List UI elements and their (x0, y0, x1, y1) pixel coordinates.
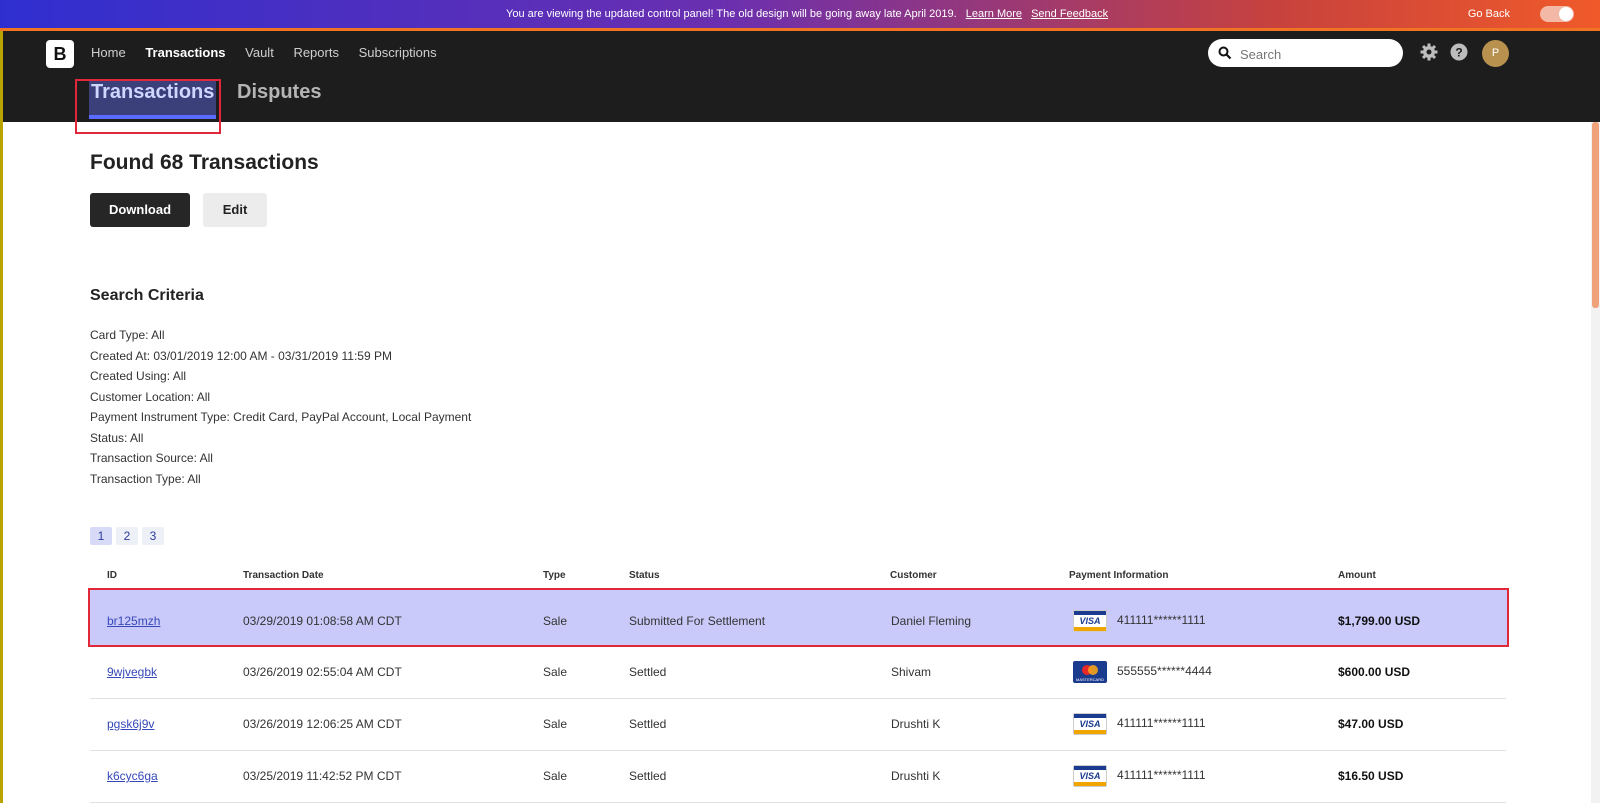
transaction-id-link[interactable]: br125mzh (107, 614, 160, 628)
page-scrollbar[interactable] (1591, 122, 1600, 803)
visa-card-icon: VISA (1073, 765, 1107, 787)
transaction-amount: $47.00 USD (1338, 717, 1404, 731)
scrollbar-thumb[interactable] (1592, 122, 1599, 308)
announcement-message: You are viewing the updated control pane… (506, 8, 1108, 20)
user-avatar[interactable]: P (1482, 40, 1509, 67)
tab-highlight-box (75, 79, 221, 134)
card-number: 411111******1111 (1117, 768, 1206, 782)
transaction-status: Submitted For Settlement (629, 614, 766, 628)
criteria-transaction-source: Transaction Source: All (90, 451, 213, 465)
page-2[interactable]: 2 (116, 527, 138, 545)
criteria-created-at: Created At: 03/01/2019 12:00 AM - 03/31/… (90, 348, 392, 363)
transaction-status: Settled (629, 717, 667, 731)
col-transaction-date[interactable]: Transaction Date (243, 570, 324, 581)
transaction-id-link[interactable]: 9wjvegbk (107, 665, 157, 679)
search-icon (1218, 46, 1232, 60)
svg-text:?: ? (1455, 46, 1462, 60)
table-row[interactable]: 9wjvegbk 03/26/2019 02:55:04 AM CDT Sale… (90, 647, 1506, 699)
col-payment-information[interactable]: Payment Information (1069, 570, 1168, 581)
page-3[interactable]: 3 (142, 527, 164, 545)
col-customer[interactable]: Customer (890, 570, 937, 581)
transaction-date: 03/26/2019 12:06:25 AM CDT (243, 717, 402, 731)
download-button[interactable]: Download (90, 193, 190, 227)
visa-card-label: VISA (1079, 616, 1101, 626)
card-number: 411111******1111 (1117, 716, 1206, 730)
criteria-transaction-type: Transaction Type: All (90, 471, 201, 486)
visa-card-icon: VISA (1073, 713, 1107, 735)
announcement-text: You are viewing the updated control pane… (506, 8, 957, 20)
braintree-logo[interactable]: B (46, 40, 74, 68)
nav-subscriptions[interactable]: Subscriptions (359, 45, 437, 60)
transaction-type: Sale (543, 769, 568, 783)
search-box[interactable] (1208, 39, 1403, 67)
transaction-id-link[interactable]: k6cyc6ga (107, 769, 158, 783)
customer-name: Shivam (891, 665, 932, 679)
learn-more-link[interactable]: Learn More (966, 8, 1022, 20)
nav-reports[interactable]: Reports (293, 45, 339, 60)
transaction-date: 03/25/2019 11:42:52 PM CDT (243, 769, 402, 783)
transaction-type: Sale (543, 614, 568, 628)
card-number: 555555******4444 (1117, 664, 1212, 678)
col-status[interactable]: Status (629, 570, 660, 581)
transaction-id-link[interactable]: pgsk6j9v (107, 717, 154, 731)
nav-transactions[interactable]: Transactions (145, 45, 225, 60)
pagination: 123 (90, 527, 168, 545)
nav-home[interactable]: Home (91, 45, 126, 60)
search-criteria-list: Card Type: All Created At: 03/01/2019 12… (90, 328, 471, 492)
table-row[interactable]: k6cyc6ga 03/25/2019 11:42:52 PM CDT Sale… (90, 751, 1506, 803)
mastercard-card-icon: MASTERCARD (1073, 661, 1107, 683)
search-input[interactable] (1238, 44, 1397, 64)
transaction-type: Sale (543, 717, 568, 731)
card-number: 411111******1111 (1117, 613, 1206, 627)
transaction-status: Settled (629, 769, 667, 783)
transaction-status: Settled (629, 665, 667, 679)
nav-vault[interactable]: Vault (245, 45, 274, 60)
customer-name: Daniel Fleming (891, 614, 972, 628)
toggle-knob (1559, 7, 1573, 21)
tab-disputes[interactable]: Disputes (237, 79, 321, 105)
transaction-amount: $16.50 USD (1338, 769, 1404, 783)
search-criteria-title: Search Criteria (90, 287, 204, 304)
transaction-date: 03/26/2019 02:55:04 AM CDT (243, 665, 402, 679)
criteria-payment-instrument: Payment Instrument Type: Credit Card, Pa… (90, 410, 472, 424)
criteria-customer-location: Customer Location: All (90, 389, 211, 404)
page-title: Found 68 Transactions (90, 151, 319, 174)
criteria-created-using: Created Using: All (90, 369, 187, 383)
mastercard-card-label: MASTERCARD (1075, 677, 1104, 682)
table-row[interactable]: br125mzh 03/29/2019 01:08:58 AM CDT Sale… (88, 588, 1509, 647)
criteria-status: Status: All (90, 430, 144, 445)
go-back-toggle[interactable] (1540, 6, 1574, 22)
customer-name: Drushti K (891, 769, 941, 783)
gear-icon[interactable] (1420, 43, 1438, 61)
transaction-amount: $1,799.00 USD (1338, 614, 1421, 628)
transaction-date: 03/29/2019 01:08:58 AM CDT (243, 614, 402, 628)
visa-card-label: VISA (1079, 771, 1101, 781)
visa-card-icon: VISA (1073, 610, 1107, 632)
transaction-type: Sale (543, 665, 568, 679)
edit-button[interactable]: Edit (203, 193, 267, 227)
send-feedback-link[interactable]: Send Feedback (1031, 8, 1108, 20)
col-amount[interactable]: Amount (1338, 570, 1376, 581)
page-1[interactable]: 1 (90, 527, 112, 545)
visa-card-label: VISA (1079, 719, 1101, 729)
col-id[interactable]: ID (107, 570, 117, 581)
criteria-card-type: Card Type: All (90, 328, 165, 342)
help-icon[interactable]: ? (1450, 43, 1468, 61)
go-back-label: Go Back (1467, 8, 1510, 20)
top-header: B Home Transactions Vault Reports Subscr… (3, 31, 1600, 122)
col-type[interactable]: Type (543, 570, 566, 581)
table-row[interactable]: pgsk6j9v 03/26/2019 12:06:25 AM CDT Sale… (90, 699, 1506, 751)
announcement-bar: You are viewing the updated control pane… (0, 0, 1600, 28)
transaction-amount: $600.00 USD (1338, 665, 1411, 679)
main-nav: Home Transactions Vault Reports Subscrip… (91, 45, 453, 60)
customer-name: Drushti K (891, 717, 941, 731)
